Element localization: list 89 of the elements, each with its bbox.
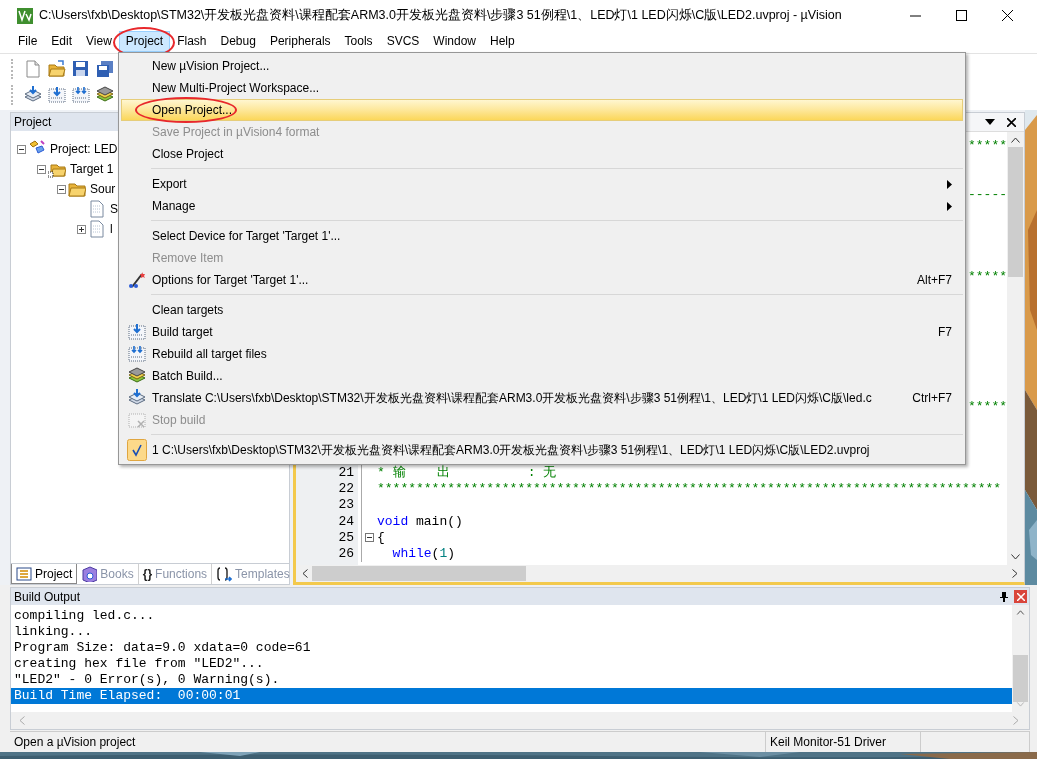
code-fragment: ----- [968,187,1007,204]
maximize-icon [955,10,967,21]
code-line: ******************************************************************************** [377,481,1002,497]
bracket-arrow-icon [216,566,233,583]
menu-entry[interactable]: Select Device for Target 'Target 1'... [121,225,963,247]
menu-entry[interactable]: Open Project... [121,99,963,121]
menu-entry[interactable]: Close Project [121,143,963,165]
list-icon [16,565,32,582]
expander-icon[interactable] [77,224,86,234]
layers-icon[interactable] [96,85,114,104]
menu-item[interactable]: Edit [44,31,80,53]
menu-item[interactable]: Debug [213,31,263,53]
output-line: creating hex file from "LED2"... [13,656,265,673]
menu-entry[interactable]: Export [121,173,963,195]
menu-item[interactable]: Help [483,31,522,53]
menu-entry[interactable]: Clean targets [121,299,963,321]
file-icon [88,200,106,219]
code-fragment: ***** [968,398,1007,416]
code-line: { [377,529,385,545]
output-line: compiling led.c... [13,608,156,625]
output-line: linking... [13,624,93,641]
expander-icon[interactable] [37,164,46,174]
tree-item[interactable]: Target 1 [70,162,114,177]
submenu-arrow-icon [947,201,952,211]
panel-title: Build Output [14,589,82,604]
close-icon [1001,10,1013,21]
line-number: 23 [337,497,354,513]
expander-icon[interactable] [57,184,66,194]
code-line: * 输 出 : 无 [377,464,557,482]
menu-entry[interactable]: Batch Build... [121,365,963,387]
menu-entry[interactable]: Options for Target 'Target 1'... Alt+F7 [121,269,963,291]
menu-item[interactable]: Flash [170,31,214,53]
line-number: 21 [337,464,354,480]
floppy-icon[interactable] [72,59,90,78]
close-icon[interactable] [1007,117,1016,127]
pin-icon[interactable] [1000,591,1008,602]
close-icon [1016,592,1025,601]
dropdown-icon[interactable] [985,119,995,126]
menu-entry[interactable]: Rebuild all target files [121,343,963,365]
output-line: "LED2" - 0 Error(s), 0 Warning(s). [13,672,281,689]
scrollbar[interactable] [296,565,1024,583]
line-number: 25 [337,529,354,545]
menu-entry[interactable]: New µVision Project... [121,55,963,77]
line-number: 24 [337,513,354,529]
menu-item[interactable]: SVCS [379,31,427,53]
code-fragment: ***** [968,268,1007,285]
line-number: 22 [337,481,354,497]
panel-tab[interactable]: Project [11,564,78,585]
menu-item[interactable]: Tools [337,31,380,53]
submenu-arrow-icon [947,179,952,189]
menu-item[interactable]: Peripherals [262,31,338,53]
panel-tab[interactable]: {} Functions [138,564,213,585]
floppies-icon[interactable] [96,59,114,78]
layers-icon [128,367,146,385]
grid-cross-icon [128,411,146,429]
braces-icon: {} [142,567,153,582]
code-line: while(1) [391,546,456,562]
scrollbar[interactable] [1007,132,1024,566]
menu-entry[interactable]: Manage [121,195,963,217]
menu-item[interactable]: File [11,31,45,53]
scrollbar[interactable] [1012,605,1029,713]
expander-icon[interactable] [17,144,26,154]
output-line: Program Size: data=9.0 xdata=0 code=61 [13,640,312,657]
file-icon [88,220,106,239]
code-fragment: ***** [968,138,1007,155]
folder-icon [68,180,86,199]
line-number: 26 [337,546,354,562]
grid-arrows-icon [128,345,146,363]
grid-arrows-icon[interactable] [72,85,90,104]
menu-entry[interactable]: Build target F7 [121,321,963,343]
close-button[interactable] [1014,590,1027,604]
fold-icon[interactable] [365,532,374,542]
tree-item[interactable]: Sour [90,182,116,197]
wand-icon [128,271,146,289]
folder-icon[interactable] [48,59,66,78]
tree-item[interactable]: Project: LED [50,142,118,157]
menu-entry[interactable]: New Multi-Project Workspace... [121,77,963,99]
menu-item[interactable]: View [79,31,119,53]
app-icon [17,7,33,24]
stack-arrow-icon [128,389,146,407]
scrollbar[interactable] [11,712,1029,730]
menu-entry[interactable]: Translate C:\Users\fxb\Desktop\STM32\开发板光盘资料\课程配套ARM3.0开发板光盘资料\步骤3 51例程\1、LED灯\1 LED闪烁\C版\led.c Ctrl+F7 [121,387,963,409]
window-title: C:\Users\fxb\Desktop\STM32\开发板光盘资料\课程配套ARM3.0开发板光盘资料\步骤3 51例程\1、LED灯\1 LED闪烁\C版\LED2.uvproj - µVision [39,7,843,24]
menu-entry[interactable]: 1 C:\Users\fxb\Desktop\STM32\开发板光盘资料\课程配套ARM3.0开发板光盘资料\步骤3 51例程\1、LED灯\1 LED闪烁\C版\LED2.uvproj [121,439,963,461]
tree-item[interactable]: S [110,202,118,217]
tree-item[interactable]: l [110,222,113,237]
code-line: void main() [377,513,463,529]
stack-arrow-icon[interactable] [24,85,42,104]
menu-item[interactable]: Window [426,31,483,53]
